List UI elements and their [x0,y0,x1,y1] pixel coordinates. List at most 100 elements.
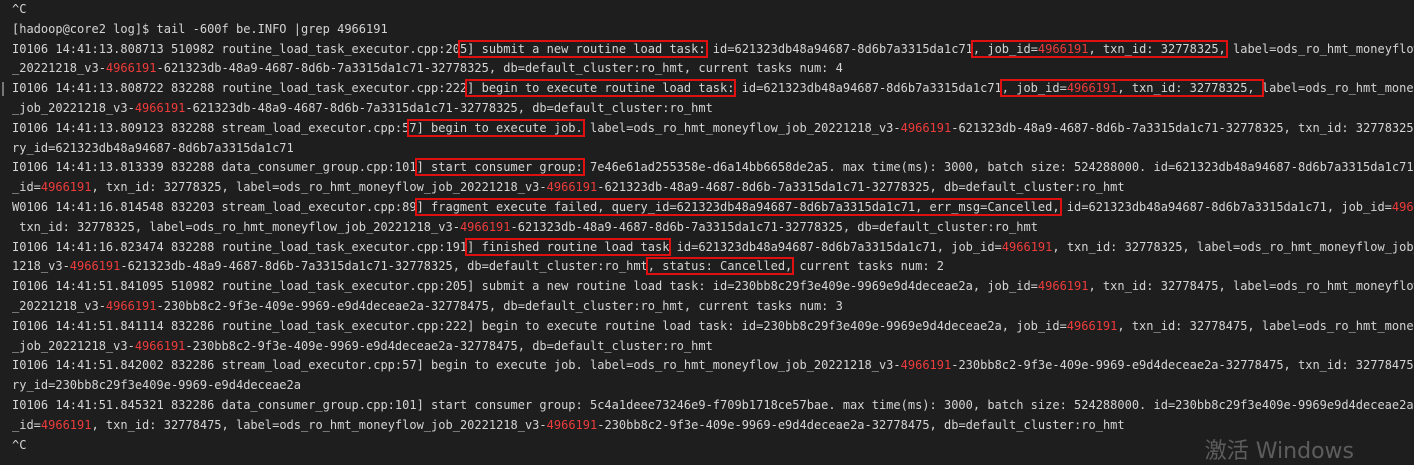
log-text: , job_id= [972,41,1038,56]
terminal-line: [hadoop@core2 log]$ tail -600f be.INFO |… [12,20,1414,40]
terminal-line: I0106 14:41:51.842002 832286 stream_load… [12,356,1414,376]
log-text: _id= [12,417,41,432]
terminal-line: ry_id=621323db48a94687-8d6b7a3315da1c71 [12,139,1414,159]
log-text: _job_20221218_v3- [12,100,135,115]
log-text: -230bb8c2-9f3e-409e-9969-e9d4deceae2a-32… [185,338,713,353]
terminal-line: I0106 14:41:13.813339 832288 data_consum… [12,158,1414,178]
terminal-line: ry_id=230bb8c29f3e409e-9969-e9d4deceae2a [12,376,1414,396]
highlighted-job-id: 4966191 [105,298,157,313]
log-text: -621323db-48a9-4687-8d6b-7a3315da1c71-32… [510,219,1038,234]
log-text: label=ods_ro_hmt_moneyflow [1261,81,1414,96]
log-text: I0106 14:41:51.845321 832286 data_consum… [12,397,1414,412]
log-text: id=621323db48a94687-8d6b7a3315da1c71 [734,81,1002,96]
highlight-box: 5] submit a new routine load task: [457,39,708,58]
terminal-line: _job_20221218_v3-4966191-230bb8c2-9f3e-4… [12,337,1414,357]
terminal-line: ^C [12,0,1414,20]
log-text: , txn_id: 32778475, label=ods_ro_hmt_mon… [1088,279,1414,294]
highlighted-job-id: 4966191 [459,219,511,234]
scroll-marker[interactable] [2,82,4,96]
log-text: I0106 14:41:16.823474 832288 routine_loa… [12,239,468,254]
log-text: current tasks num: 2 [792,259,945,274]
terminal-line: _job_20221218_v3-4966191-621323db-48a9-4… [12,99,1414,119]
log-text: -621323db-48a9-4687-8d6b-7a3315da1c71-32… [597,180,1125,195]
highlighted-job-id: 4966191 [40,180,92,195]
highlight-box: , job_id=4966191, txn_id: 32778325, [999,79,1264,98]
log-text: label=ods_ro_hmt_moneyflow_job_20221218_… [582,120,901,135]
log-text: I0106 14:41:51.842002 832286 stream_load… [12,358,901,373]
highlighted-job-id: 4966191 [900,358,952,373]
highlighted-job-id: 4966191 [69,259,121,274]
log-text: , txn_id: 32778325, label=ods_ro_hmt_mon… [1052,239,1414,254]
terminal-line: I0106 14:41:51.841095 510982 routine_loa… [12,277,1414,297]
terminal-line: 1218_v3-4966191-621323db-48a9-4687-8d6b-… [12,257,1414,277]
log-text: txn_id: 32778325, label=ods_ro_hmt_money… [12,219,460,234]
terminal-line: I0106 14:41:13.809123 832288 stream_load… [12,118,1414,139]
highlight-box: ] start consumer group: [414,158,585,177]
terminal-line: _id=4966191, txn_id: 32778475, label=ods… [12,416,1414,436]
log-text: ^C [12,437,27,452]
log-text: , txn_id: 32778325, [1088,41,1226,56]
highlighted-job-id: 4966191 [134,100,186,115]
log-text: , txn_id: 32778475, label=ods_ro_hmt_mon… [91,417,547,432]
log-text: 7e46e61ad255358e-d6a14bb6658de2a5. max t… [582,160,1414,175]
log-text: I0106 14:41:13.813339 832288 data_consum… [12,160,417,175]
highlighted-job-id: 4966191 [105,61,157,76]
log-text: label=ods_ro_hmt_moneyflow_job [1233,41,1414,56]
log-text: I0106 14:41:51.841095 510982 routine_loa… [12,279,1038,294]
log-text: -230bb8c2-9f3e-409e-9969-e9d4deceae2a-32… [156,298,843,313]
log-text: [hadoop@core2 log]$ tail -600f be.INFO |… [12,21,388,36]
log-text: -230bb8c2-9f3e-409e-9969-e9d4deceae2a-32… [951,358,1414,373]
log-text: I0106 14:41:13.809123 832288 stream_load… [12,120,410,135]
terminal-line: I0106 14:41:13.808713 510982 routine_loa… [12,39,1414,60]
log-text: , txn_id: 32778475, label=ods_ro_hmt_mon… [1117,318,1414,333]
terminal-output[interactable]: ^C [hadoop@core2 log]$ tail -600f be.INFO… [0,0,1414,459]
highlight-box: 7] begin to execute job. [407,118,585,137]
log-text: _20221218_v3- [12,298,106,313]
terminal-line: txn_id: 32778325, label=ods_ro_hmt_money… [12,218,1414,238]
log-text: -621323db-48a9-4687-8d6b-7a3315da1c71-32… [156,61,843,76]
log-text: _id= [12,180,41,195]
log-text: -621323db-48a9-4687-8d6b-7a3315da1c71-32… [120,259,648,274]
highlight-box: ] finished routine load task [465,237,672,256]
highlight-box: ] fragment execute failed, query_id=6213… [414,197,1062,216]
highlighted-job-id: 4966191 [546,180,598,195]
activate-windows-watermark: 激活 Windows [1204,439,1354,464]
log-text: id=621323db48a94687-8d6b7a3315da1c71 [705,41,973,56]
terminal-line: I0106 14:41:51.841114 832286 routine_loa… [12,317,1414,337]
highlighted-job-id: 4966191 [1037,41,1089,56]
log-text: id=621323db48a94687-8d6b7a3315da1c71, jo… [1059,199,1392,214]
highlighted-job-id: 4966191 [1001,239,1053,254]
terminal-line: _id=4966191, txn_id: 32778325, label=ods… [12,178,1414,198]
terminal-line: I0106 14:41:13.808722 832288 routine_loa… [12,79,1414,99]
highlight-box: , job_id=4966191, txn_id: 32778325, [970,39,1228,58]
log-text: ry_id=230bb8c29f3e409e-9969-e9d4deceae2a [12,378,301,393]
log-text: W0106 14:41:16.814548 832203 stream_load… [12,199,417,214]
highlight-box: , status: Cancelled, [645,257,795,276]
log-text: , txn_id: 32778325, label=ods_ro_hmt_mon… [91,180,547,195]
highlighted-job-id: 4966191 [1066,318,1118,333]
highlight-box: ] begin to execute routine load task: [465,79,737,98]
terminal-line: I0106 14:41:51.845321 832286 data_consum… [12,396,1414,416]
log-text: , job_id= [1001,81,1067,96]
log-text: ry_id=621323db48a94687-8d6b7a3315da1c71 [12,140,294,155]
log-text: _job_20221218_v3- [12,338,135,353]
log-text: id=621323db48a94687-8d6b7a3315da1c71, jo… [669,239,1002,254]
log-text: -621323db-48a9-4687-8d6b-7a3315da1c71-32… [185,100,713,115]
terminal-line: I0106 14:41:16.823474 832288 routine_loa… [12,237,1414,258]
terminal-line: _20221218_v3-4966191-230bb8c2-9f3e-409e-… [12,297,1414,317]
log-text: I0106 14:41:13.808722 832288 routine_loa… [12,81,468,96]
log-text: -230bb8c2-9f3e-409e-9969-e9d4deceae2a-32… [597,417,1125,432]
log-text: , txn_id: 32778325, [1117,81,1262,96]
highlighted-job-id: 4966191 [134,338,186,353]
highlighted-job-id: 4966191 [1391,199,1414,214]
log-text: 1218_v3- [12,259,70,274]
highlighted-job-id: 4966191 [40,417,92,432]
terminal-line: _20221218_v3-4966191-621323db-48a9-4687-… [12,59,1414,79]
log-text: -621323db-48a9-4687-8d6b-7a3315da1c71-32… [951,120,1414,135]
terminal-line: ^C [12,436,1414,456]
log-text: I0106 14:41:51.841114 832286 routine_loa… [12,318,1067,333]
log-text: I0106 14:41:13.808713 510982 routine_loa… [12,41,460,56]
terminal-line: W0106 14:41:16.814548 832203 stream_load… [12,197,1414,218]
highlighted-job-id: 4966191 [1037,279,1089,294]
highlighted-job-id: 4966191 [546,417,598,432]
